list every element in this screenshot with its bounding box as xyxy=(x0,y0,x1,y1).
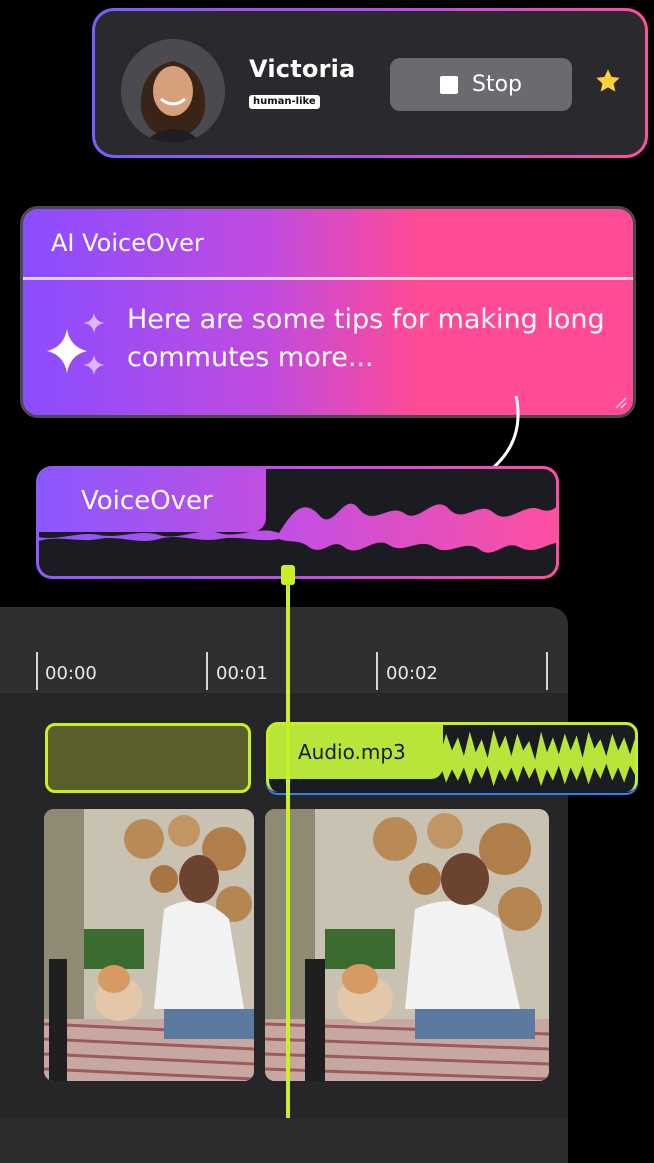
ai-voiceover-title: AI VoiceOver xyxy=(51,229,204,257)
ruler-tick xyxy=(36,652,38,690)
video-frame-image xyxy=(44,809,254,1081)
video-thumbnail[interactable] xyxy=(44,809,254,1081)
ai-voiceover-card: AI VoiceOver Here are some tips for maki… xyxy=(20,206,636,418)
ruler-label-1: 00:01 xyxy=(216,663,268,684)
voiceover-label: VoiceOver xyxy=(39,469,266,532)
sparkle-icon xyxy=(47,313,105,375)
audio-clip[interactable]: Audio.mp3 xyxy=(266,722,638,795)
voice-name: Victoria xyxy=(249,55,356,83)
ai-voiceover-text[interactable]: Here are some tips for making long commu… xyxy=(127,301,627,377)
stop-icon xyxy=(439,75,458,94)
voice-card: Victoria human-like Stop xyxy=(92,8,648,158)
ruler-tick xyxy=(206,652,208,690)
stop-label: Stop xyxy=(471,72,522,97)
ruler-tick xyxy=(546,652,548,690)
video-thumbnail[interactable] xyxy=(265,809,549,1081)
avatar-image xyxy=(121,39,225,143)
timeline-ruler[interactable]: 00:00 00:01 00:02 xyxy=(0,607,568,693)
timeline-footer xyxy=(0,1118,568,1163)
voice-badge: human-like xyxy=(249,95,320,109)
clip-block[interactable] xyxy=(45,723,251,793)
voiceover-track-inner: VoiceOver xyxy=(39,469,556,576)
audio-clip-label: Audio.mp3 xyxy=(268,724,443,779)
playhead-handle[interactable] xyxy=(281,565,295,585)
ruler-label-0: 00:00 xyxy=(45,663,97,684)
stop-button[interactable]: Stop xyxy=(390,58,572,111)
voice-card-inner: Victoria human-like Stop xyxy=(95,11,645,155)
ruler-tick xyxy=(376,652,378,690)
resize-handle-icon[interactable] xyxy=(611,393,627,409)
avatar[interactable] xyxy=(121,39,225,143)
video-frame-image xyxy=(265,809,549,1081)
star-icon[interactable] xyxy=(594,67,622,95)
divider xyxy=(23,277,633,280)
playhead-line[interactable] xyxy=(286,572,290,1118)
voiceover-track[interactable]: VoiceOver xyxy=(36,466,559,579)
ruler-label-2: 00:02 xyxy=(386,663,438,684)
